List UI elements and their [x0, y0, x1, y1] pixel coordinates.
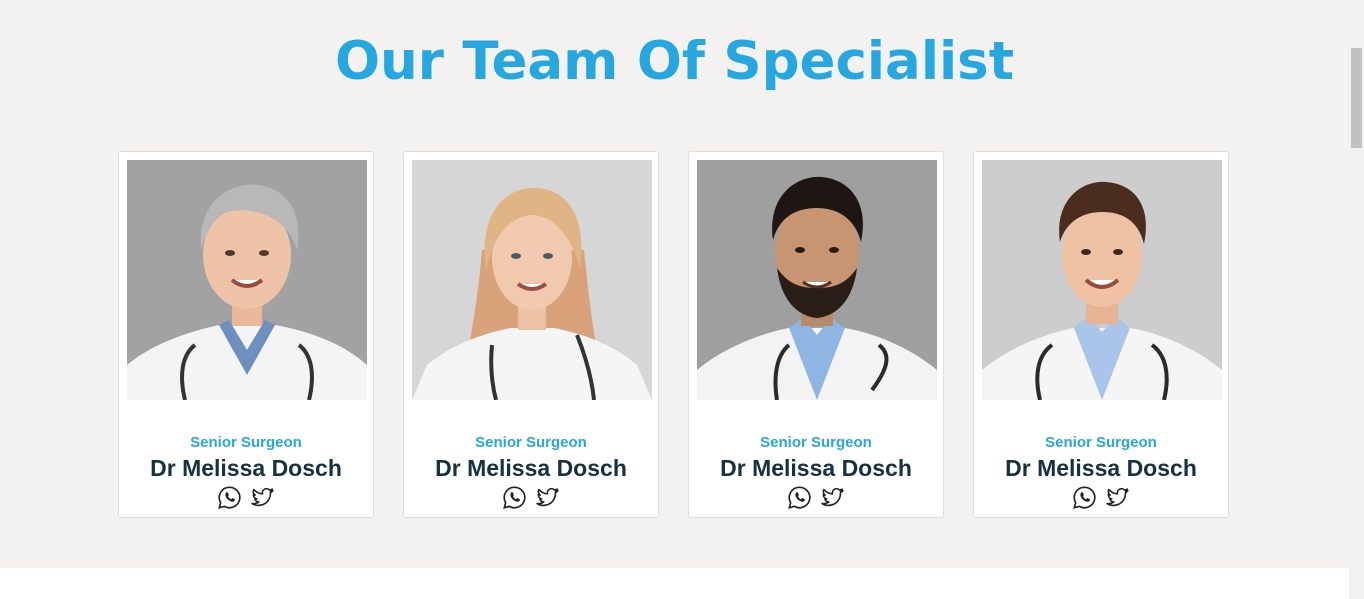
page: Our Team Of Specialist Senior Surgeon Dr…	[0, 0, 1364, 599]
member-role: Senior Surgeon	[190, 434, 302, 451]
whatsapp-icon[interactable]	[502, 485, 527, 510]
member-name: Dr Melissa Dosch	[150, 455, 342, 481]
member-role: Senior Surgeon	[760, 434, 872, 451]
member-role: Senior Surgeon	[1045, 434, 1157, 451]
social-links	[689, 485, 943, 511]
team-section: Our Team Of Specialist Senior Surgeon Dr…	[0, 0, 1349, 568]
doctor-photo	[127, 160, 367, 400]
doctor-photo	[982, 160, 1222, 400]
doctor-photo-image	[697, 160, 937, 400]
doctor-photo-image	[982, 160, 1222, 400]
doctor-photo-image	[127, 160, 367, 400]
member-name: Dr Melissa Dosch	[435, 455, 627, 481]
whatsapp-icon[interactable]	[787, 485, 812, 510]
next-section	[0, 568, 1349, 599]
social-links	[119, 485, 373, 511]
member-name: Dr Melissa Dosch	[1005, 455, 1197, 481]
team-card: Senior Surgeon Dr Melissa Dosch	[688, 151, 944, 518]
whatsapp-icon[interactable]	[217, 485, 242, 510]
doctor-photo-image	[412, 160, 652, 400]
section-title: Our Team Of Specialist	[334, 31, 1015, 92]
page-scrollbar[interactable]	[1349, 0, 1364, 599]
scrollbar-thumb[interactable]	[1351, 48, 1362, 148]
twitter-icon[interactable]	[1105, 485, 1130, 510]
social-links	[974, 485, 1228, 511]
team-card: Senior Surgeon Dr Melissa Dosch	[973, 151, 1229, 518]
team-card: Senior Surgeon Dr Melissa Dosch	[118, 151, 374, 518]
whatsapp-icon[interactable]	[1072, 485, 1097, 510]
twitter-icon[interactable]	[820, 485, 845, 510]
doctor-photo	[697, 160, 937, 400]
twitter-icon[interactable]	[535, 485, 560, 510]
twitter-icon[interactable]	[250, 485, 275, 510]
member-role: Senior Surgeon	[475, 434, 587, 451]
team-card: Senior Surgeon Dr Melissa Dosch	[403, 151, 659, 518]
member-name: Dr Melissa Dosch	[720, 455, 912, 481]
doctor-photo	[412, 160, 652, 400]
social-links	[404, 485, 658, 511]
